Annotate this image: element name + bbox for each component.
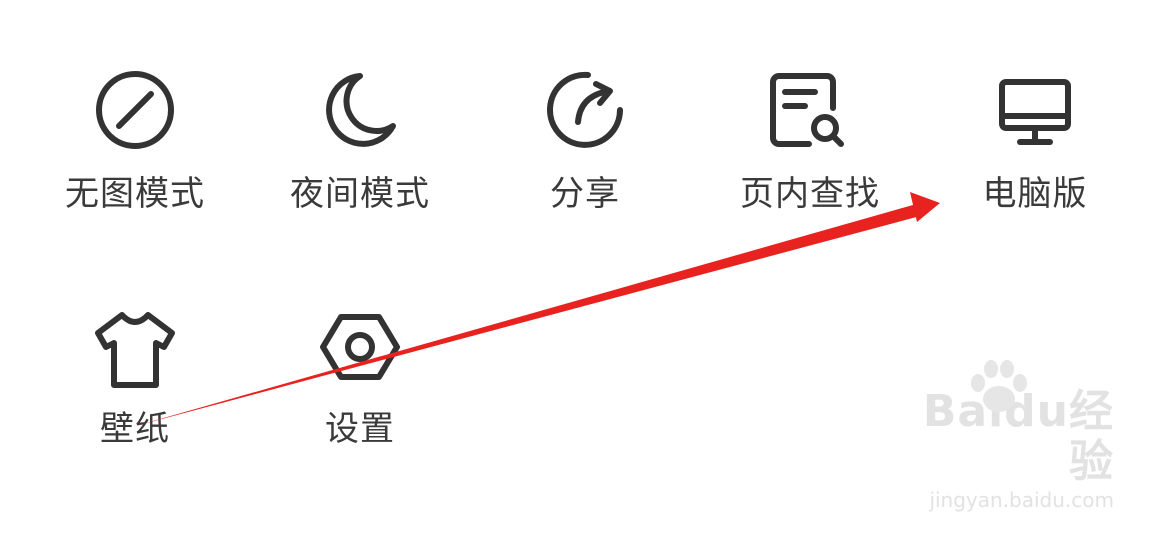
monitor-icon	[990, 70, 1080, 160]
share-icon	[540, 70, 630, 160]
menu-item-settings[interactable]: 设置	[270, 305, 450, 449]
menu-item-no-image-mode[interactable]: 无图模式	[45, 70, 225, 214]
menu-item-label: 电脑版	[982, 174, 1088, 214]
tshirt-icon	[90, 305, 180, 395]
settings-hex-icon	[315, 305, 405, 395]
moon-icon	[315, 70, 405, 160]
menu-item-label: 页内查找	[740, 174, 880, 214]
menu-item-night-mode[interactable]: 夜间模式	[270, 70, 450, 214]
menu-item-share[interactable]: 分享	[495, 70, 675, 214]
watermark-brand: Baidu经验	[922, 386, 1114, 487]
menu-item-find-in-page[interactable]: 页内查找	[720, 70, 900, 214]
menu-item-label: 夜间模式	[290, 174, 430, 214]
menu-item-label: 无图模式	[65, 174, 205, 214]
find-in-page-icon	[765, 70, 855, 160]
menu-item-desktop-version[interactable]: 电脑版	[945, 70, 1125, 214]
paw-logo-icon	[971, 360, 1027, 412]
watermark-domain: jingyan.baidu.com	[929, 488, 1114, 512]
browser-menu-panel: 无图模式 夜间模式 分享 页内查找 电脑版 壁纸 设置 Baidu经验 jing…	[0, 0, 1170, 541]
menu-item-label: 分享	[550, 174, 620, 214]
no-image-icon	[90, 70, 180, 160]
menu-item-wallpaper[interactable]: 壁纸	[45, 305, 225, 449]
watermark: Baidu经验 jingyan.baidu.com	[894, 360, 1114, 513]
menu-item-label: 壁纸	[100, 409, 170, 449]
menu-item-label: 设置	[325, 409, 395, 449]
